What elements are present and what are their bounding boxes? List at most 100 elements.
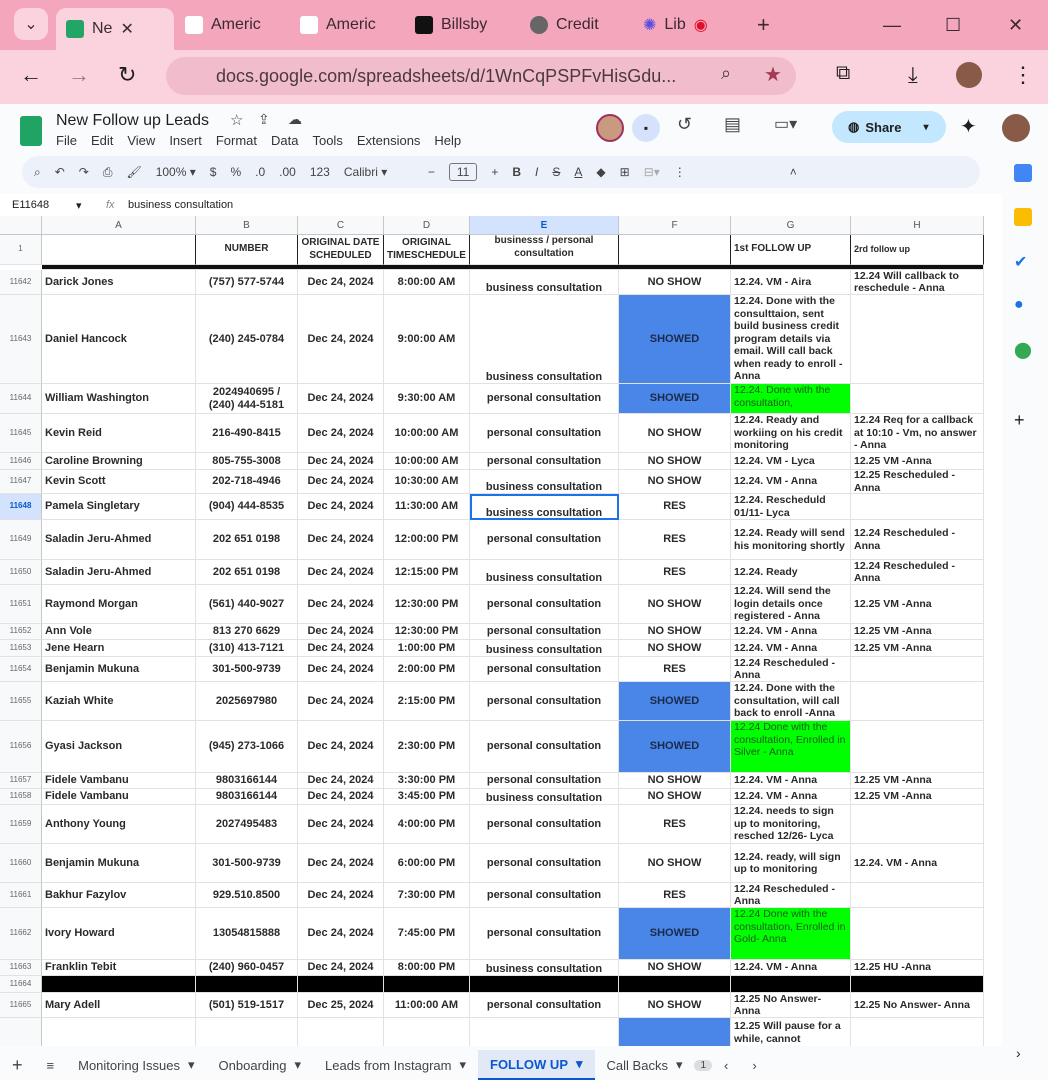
gemini-icon[interactable]: ✦ <box>960 114 977 139</box>
menu-tools[interactable]: Tools <box>312 133 342 148</box>
forward-icon[interactable]: → <box>68 62 90 88</box>
cell-h[interactable] <box>851 908 984 960</box>
cell-f[interactable]: NO SHOW <box>619 414 731 453</box>
cell-e[interactable]: personal consultation <box>470 657 619 682</box>
row-number[interactable]: 11650 <box>0 560 42 585</box>
cell-g[interactable]: 12.24. VM - Anna <box>731 624 851 640</box>
header-cell[interactable]: ORIGINAL DATE SCHEDULED <box>298 235 384 265</box>
cell-d[interactable]: 12:15:00 PM <box>384 560 470 585</box>
merge-cells-icon[interactable]: ⊟▾ <box>644 165 660 179</box>
cell-c[interactable]: Dec 24, 2024 <box>298 960 384 976</box>
menu-data[interactable]: Data <box>271 133 298 148</box>
cell-g[interactable]: 12.24. VM - Anna <box>731 640 851 657</box>
cell-a[interactable]: Anthony Young <box>42 805 196 844</box>
cell-h[interactable]: 12.24 Will callback to reschedule - Anna <box>851 270 984 295</box>
cell-f[interactable]: NO SHOW <box>619 470 731 494</box>
cell-c[interactable]: Dec 24, 2024 <box>298 805 384 844</box>
cell-c[interactable] <box>298 1018 384 1046</box>
menu-file[interactable]: File <box>56 133 77 148</box>
zoom-select[interactable]: 100% ▾ <box>156 165 196 179</box>
paint-format-icon[interactable]: 🖌 <box>126 165 141 179</box>
cell-b[interactable]: (240) 960-0457 <box>196 960 298 976</box>
cell-a[interactable]: Saladin Jeru-Ahmed <box>42 560 196 585</box>
cell-c[interactable]: Dec 24, 2024 <box>298 414 384 453</box>
cell-g[interactable]: 12.25 Will pause for a while, cannot <box>731 1018 851 1046</box>
cell-a[interactable]: Darick Jones <box>42 270 196 295</box>
cell-h[interactable]: 12.25 VM -Anna <box>851 585 984 624</box>
cell-b[interactable]: (945) 273-1066 <box>196 721 298 773</box>
cell-f[interactable] <box>619 976 731 993</box>
cell-h[interactable]: 12.24 Rescheduled -Anna <box>851 520 984 560</box>
cell-e[interactable]: personal consultation <box>470 844 619 883</box>
browser-tab[interactable]: Americ <box>300 10 376 40</box>
cell-g[interactable]: 12.24. ready, will sign up to monitoring <box>731 844 851 883</box>
cell-c[interactable]: Dec 24, 2024 <box>298 384 384 414</box>
browser-menu-icon[interactable]: ⋮ <box>1012 62 1034 88</box>
menu-format[interactable]: Format <box>216 133 257 148</box>
cell-f[interactable]: NO SHOW <box>619 844 731 883</box>
print-icon[interactable]: ⎙ <box>103 165 113 180</box>
cell-f[interactable]: SHOWED <box>619 682 731 721</box>
scroll-tabs-left[interactable]: ‹ <box>712 1050 740 1080</box>
browser-tab[interactable]: Billsby <box>415 10 487 40</box>
cell-a[interactable]: Bakhur Fazylov <box>42 883 196 908</box>
cell-c[interactable]: Dec 24, 2024 <box>298 494 384 520</box>
row-number[interactable]: 11663 <box>0 960 42 976</box>
sheet-tab[interactable]: Onboarding ▾ <box>207 1050 313 1080</box>
more-formats-button[interactable]: 123 <box>310 165 330 179</box>
cell-e[interactable]: personal consultation <box>470 585 619 624</box>
cell-c[interactable]: Dec 24, 2024 <box>298 295 384 384</box>
cell-b[interactable]: (904) 444-8535 <box>196 494 298 520</box>
bold-icon[interactable]: B <box>512 165 521 179</box>
cell-e[interactable]: business consultation <box>470 789 619 805</box>
cell-g[interactable]: 12.24. VM - Aira <box>731 270 851 295</box>
spreadsheet-grid[interactable]: A B C D E F G H 1 NUMBER ORIGINAL DATE SCHEDULED OR… <box>0 216 1002 1046</box>
cell-b[interactable]: (310) 413-7121 <box>196 640 298 657</box>
browser-tab[interactable]: ✺ Lib ◉ <box>643 10 708 40</box>
cell-c[interactable]: Dec 24, 2024 <box>298 270 384 295</box>
cell-a[interactable]: Gyasi Jackson <box>42 721 196 773</box>
cell-g[interactable]: 12.24. VM - Anna <box>731 470 851 494</box>
cell-d[interactable]: 11:30:00 AM <box>384 494 470 520</box>
cell-e[interactable]: personal consultation <box>470 883 619 908</box>
header-cell[interactable]: businesss / personal consultation <box>470 235 619 265</box>
cell-f[interactable] <box>619 1018 731 1046</box>
add-sheet-button[interactable]: + <box>0 1050 35 1080</box>
cell-h[interactable]: 12.25 VM -Anna <box>851 640 984 657</box>
column-header-h[interactable]: H <box>851 216 984 235</box>
row-number[interactable] <box>0 1018 42 1046</box>
cell-d[interactable]: 12:30:00 PM <box>384 624 470 640</box>
bookmark-star-icon[interactable]: ★ <box>764 62 782 87</box>
cell-g[interactable]: 12.24. Done with the consultation, <box>731 384 851 414</box>
cell-b[interactable]: 202 651 0198 <box>196 520 298 560</box>
cell-h[interactable]: 12.24. VM - Anna <box>851 844 984 883</box>
cell-a[interactable]: Benjamin Mukuna <box>42 657 196 682</box>
cell-e[interactable]: personal consultation <box>470 624 619 640</box>
header-cell[interactable] <box>619 235 731 265</box>
cell-d[interactable]: 10:00:00 AM <box>384 414 470 453</box>
cell-h[interactable]: 12.24 Req for a callback at 10:10 - Vm, … <box>851 414 984 453</box>
tab-search-button[interactable]: ⌄ <box>14 8 48 40</box>
star-icon[interactable]: ☆ <box>230 111 243 129</box>
row-number[interactable]: 11652 <box>0 624 42 640</box>
cell-d[interactable]: 10:30:00 AM <box>384 470 470 494</box>
browser-tab-active[interactable]: Ne ✕ <box>56 8 174 50</box>
collapse-toolbar-icon[interactable]: ˄ <box>790 165 797 179</box>
calendar-icon[interactable] <box>1014 164 1032 182</box>
column-header-f[interactable]: F <box>619 216 731 235</box>
cell-d[interactable]: 7:30:00 PM <box>384 883 470 908</box>
cell-e[interactable]: business consultation <box>470 270 619 295</box>
cell-e[interactable]: personal consultation <box>470 384 619 414</box>
column-header-a[interactable]: A <box>42 216 196 235</box>
cell-e[interactable]: personal consultation <box>470 453 619 470</box>
row-number[interactable]: 11644 <box>0 384 42 414</box>
cell-h[interactable]: 12.25 VM -Anna <box>851 624 984 640</box>
font-size-increase[interactable]: + <box>491 165 498 179</box>
cell-f[interactable]: NO SHOW <box>619 773 731 789</box>
cell-b[interactable]: 9803166144 <box>196 789 298 805</box>
row-number[interactable]: 11658 <box>0 789 42 805</box>
contacts-icon[interactable]: ● <box>1014 296 1024 314</box>
cell-d[interactable] <box>384 976 470 993</box>
cell-g[interactable]: 12.24 Rescheduled -Anna <box>731 657 851 682</box>
scroll-tabs-right[interactable]: › <box>740 1050 768 1080</box>
